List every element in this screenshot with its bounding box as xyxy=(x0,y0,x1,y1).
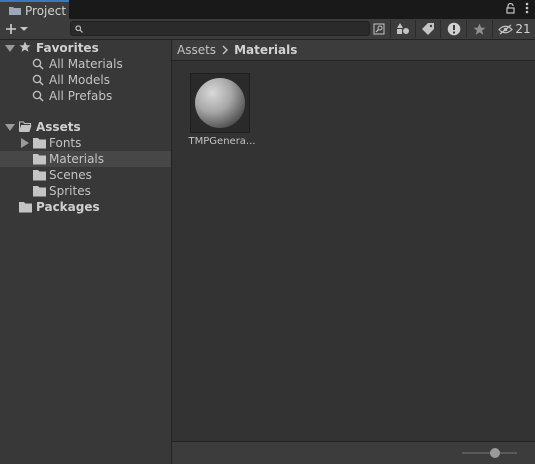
tree-item-materials[interactable]: Materials xyxy=(0,151,171,167)
search-icon xyxy=(32,74,44,86)
tree-item-packages[interactable]: Packages xyxy=(0,199,171,215)
asset-thumbnail xyxy=(190,73,250,133)
folder-icon xyxy=(33,154,46,165)
breadcrumb: Assets Materials xyxy=(172,40,535,61)
favorites-toggle-button[interactable] xyxy=(466,20,492,38)
star-icon xyxy=(473,23,486,35)
search-icon xyxy=(32,58,44,70)
folder-icon xyxy=(33,138,46,149)
asset-tile[interactable]: TMPGenera... xyxy=(189,73,255,147)
tree-item-sprites[interactable]: Sprites xyxy=(0,183,171,199)
favorite-all-prefabs[interactable]: All Prefabs xyxy=(0,88,171,104)
expanded-arrow-icon[interactable] xyxy=(5,122,15,132)
warning-icon xyxy=(447,22,460,36)
star-icon xyxy=(19,41,31,52)
asset-name: TMPGenera... xyxy=(188,136,256,147)
tree-item-label: Scenes xyxy=(49,168,92,182)
tree-item-favorites[interactable]: Favorites xyxy=(0,40,171,56)
lock-icon[interactable] xyxy=(506,2,515,14)
tree-item-assets[interactable]: Assets xyxy=(0,119,171,135)
type-filter-icon xyxy=(397,23,409,34)
project-toolbar: 21 xyxy=(0,19,535,40)
collapsed-arrow-icon[interactable] xyxy=(20,138,30,148)
folder-icon xyxy=(33,170,46,181)
tree-item-scenes[interactable]: Scenes xyxy=(0,167,171,183)
window-tab-bar: Project xyxy=(0,0,535,19)
tree-item-label: Fonts xyxy=(49,136,82,150)
tree-item-fonts[interactable]: Fonts xyxy=(0,135,171,151)
tree-item-label: All Materials xyxy=(49,57,123,71)
more-options-icon[interactable] xyxy=(525,2,529,14)
expanded-arrow-icon[interactable] xyxy=(5,43,15,53)
tree-item-label: Sprites xyxy=(49,184,91,198)
chevron-right-icon xyxy=(222,45,229,55)
search-input[interactable] xyxy=(70,21,370,36)
zoom-slider-handle[interactable] xyxy=(490,448,500,458)
chevron-down-icon xyxy=(20,27,28,31)
label-tag-icon xyxy=(422,23,434,35)
tab-title: Project xyxy=(25,3,67,18)
hidden-packages-button[interactable]: 21 xyxy=(492,20,535,38)
favorite-all-models[interactable]: All Models xyxy=(0,72,171,88)
create-button[interactable] xyxy=(5,21,35,37)
tab-project[interactable]: Project xyxy=(0,0,69,19)
folder-icon xyxy=(33,186,46,197)
favorite-all-materials[interactable]: All Materials xyxy=(0,56,171,72)
tree-item-label: Assets xyxy=(36,120,81,134)
plus-icon xyxy=(6,24,16,34)
search-window-icon xyxy=(373,23,385,35)
show-errors-button[interactable] xyxy=(440,20,466,38)
search-icon xyxy=(32,90,44,102)
search-icon xyxy=(75,25,83,33)
breadcrumb-assets[interactable]: Assets xyxy=(177,43,216,57)
asset-browser: Assets Materials TMPGenera... xyxy=(172,40,535,464)
folder-icon xyxy=(9,7,21,15)
browser-footer xyxy=(172,441,535,464)
tree-item-label: All Models xyxy=(49,73,110,87)
search-by-type-button[interactable] xyxy=(372,20,386,38)
folder-icon xyxy=(19,202,32,213)
eye-hidden-icon xyxy=(498,23,514,35)
tree-item-label: Packages xyxy=(36,200,100,214)
breadcrumb-materials[interactable]: Materials xyxy=(234,43,297,57)
project-folder-tree: Favorites All Materials All Models All P… xyxy=(0,40,172,464)
hidden-count: 21 xyxy=(515,22,531,36)
tree-item-label: Materials xyxy=(49,152,105,166)
filter-by-type-button[interactable] xyxy=(390,20,415,38)
folder-open-icon xyxy=(19,121,32,132)
filter-by-label-button[interactable] xyxy=(415,20,440,38)
tree-item-label: Favorites xyxy=(36,41,99,55)
material-sphere-icon xyxy=(195,78,245,128)
tree-item-label: All Prefabs xyxy=(49,89,113,103)
